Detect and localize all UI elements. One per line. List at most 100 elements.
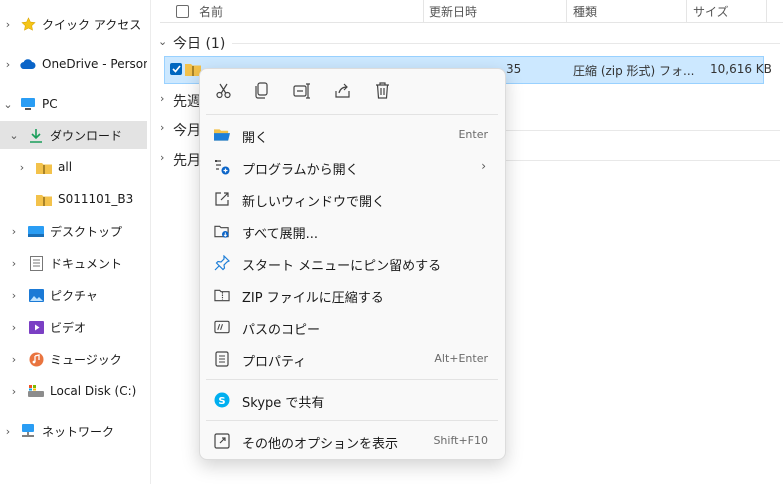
menu-copy-path[interactable]: パスのコピー: [204, 312, 500, 342]
column-divider[interactable]: [423, 0, 424, 22]
trash-icon: [375, 82, 390, 102]
share-button[interactable]: [328, 79, 356, 105]
copy-button[interactable]: [248, 79, 276, 105]
sidebar-item-network[interactable]: › ネットワーク: [0, 417, 147, 445]
sidebar-item-desktop[interactable]: › デスクトップ: [0, 217, 147, 245]
sidebar-item-label: クイック アクセス: [42, 17, 142, 32]
menu-item-label: スタート メニューにピン留めする: [242, 259, 442, 274]
group-label: 今月: [173, 123, 201, 139]
chevron-right-icon[interactable]: ›: [3, 58, 13, 71]
sidebar-item-label: all: [58, 160, 73, 174]
group-divider: [504, 160, 780, 161]
svg-text:S: S: [218, 396, 225, 407]
sidebar-item-pc[interactable]: ⌄ PC: [0, 90, 147, 118]
drive-icon: [28, 383, 44, 399]
network-icon: [20, 423, 36, 439]
chevron-right-icon[interactable]: ›: [160, 92, 172, 105]
music-icon: [28, 351, 44, 367]
column-date-modified[interactable]: 更新日時: [429, 3, 477, 20]
sidebar-item-onedrive[interactable]: › OneDrive - Personal: [0, 50, 147, 78]
file-type: 圧縮 (zip 形式) フォ...: [573, 64, 695, 78]
sidebar-item-label: ビデオ: [50, 320, 87, 335]
chevron-right-icon[interactable]: ›: [9, 225, 19, 238]
sidebar-item-videos[interactable]: › ビデオ: [0, 313, 147, 341]
menu-compress-zip[interactable]: ZIP ファイルに圧縮する: [204, 280, 500, 310]
sidebar-item-label: ネットワーク: [42, 424, 115, 439]
menu-more-options[interactable]: その他のオプションを表示 Shift+F10: [204, 426, 500, 456]
column-type[interactable]: 種類: [573, 3, 597, 20]
chevron-right-icon[interactable]: ›: [3, 425, 13, 438]
file-date-modified: 35: [506, 62, 522, 76]
menu-separator: [206, 420, 498, 421]
column-divider[interactable]: [566, 0, 567, 22]
sidebar-item-quick-access[interactable]: › クイック アクセス: [0, 10, 147, 38]
desktop-icon: [28, 223, 44, 239]
rename-button[interactable]: [288, 79, 316, 105]
sidebar-item-s011101-b3[interactable]: S011101_B3: [0, 185, 147, 213]
select-all-checkbox[interactable]: [176, 5, 189, 18]
chevron-right-icon[interactable]: ›: [9, 321, 19, 334]
cut-button[interactable]: [209, 79, 237, 105]
menu-item-label: パスのコピー: [242, 323, 321, 338]
chevron-right-icon[interactable]: ›: [9, 353, 19, 366]
sidebar-item-pictures[interactable]: › ピクチャ: [0, 281, 147, 309]
star-icon: [20, 16, 36, 32]
menu-open[interactable]: 開く Enter: [204, 120, 500, 150]
menu-item-shortcut: Alt+Enter: [434, 352, 488, 365]
monitor-icon: [20, 96, 36, 112]
menu-item-label: プログラムから開く: [242, 163, 359, 178]
sidebar-item-local-disk[interactable]: › Local Disk (C:): [0, 377, 147, 405]
new-window-icon: [214, 191, 230, 207]
sidebar-item-label: ダウンロード: [50, 128, 123, 143]
navigation-pane: › クイック アクセス › OneDrive - Personal ⌄ PC ⌄…: [0, 0, 151, 484]
sidebar-item-downloads[interactable]: ⌄ ダウンロード: [0, 121, 147, 149]
group-divider: [232, 43, 780, 44]
menu-properties[interactable]: プロパティ Alt+Enter: [204, 344, 500, 374]
group-divider: [504, 130, 780, 131]
sidebar-item-music[interactable]: › ミュージック: [0, 345, 147, 373]
chevron-right-icon[interactable]: ›: [3, 18, 13, 31]
zip-folder-icon: [36, 191, 52, 207]
download-icon: [28, 127, 44, 143]
menu-open-with[interactable]: プログラムから開く ›: [204, 152, 500, 182]
sidebar-item-label: OneDrive - Personal: [42, 57, 147, 71]
menu-open-new-window[interactable]: 新しいウィンドウで開く: [204, 184, 500, 214]
chevron-right-icon[interactable]: ›: [160, 151, 172, 164]
chevron-right-icon[interactable]: ›: [9, 257, 19, 270]
sidebar-item-documents[interactable]: › ドキュメント: [0, 249, 147, 277]
share-icon: [334, 83, 351, 102]
chevron-right-icon[interactable]: ›: [9, 385, 19, 398]
copy-path-icon: [214, 319, 230, 335]
menu-extract-all[interactable]: すべて展開...: [204, 216, 500, 246]
sidebar-item-all[interactable]: › all: [0, 153, 147, 181]
sidebar-item-label: S011101_B3: [58, 192, 134, 206]
sidebar-item-label: ドキュメント: [50, 256, 123, 271]
menu-item-label: Skype で共有: [242, 396, 325, 411]
column-divider[interactable]: [766, 0, 767, 22]
checkmark-icon[interactable]: [170, 63, 182, 75]
column-name[interactable]: 名前: [199, 3, 223, 20]
zip-icon: [214, 287, 230, 303]
menu-pin-to-start[interactable]: スタート メニューにピン留めする: [204, 248, 500, 278]
chevron-right-icon: ›: [481, 159, 486, 173]
context-menu: 開く Enter プログラムから開く › 新しいウィンドウで開く すべて展開..…: [199, 68, 506, 460]
document-icon: [28, 255, 44, 271]
delete-button[interactable]: [368, 79, 396, 105]
column-size[interactable]: サイズ: [693, 3, 729, 20]
copy-icon: [254, 82, 270, 102]
skype-icon: S: [214, 392, 230, 408]
column-divider[interactable]: [686, 0, 687, 22]
chevron-down-icon[interactable]: ⌄: [9, 129, 19, 142]
chevron-down-icon[interactable]: ⌄: [3, 98, 13, 111]
scissors-icon: [215, 82, 232, 102]
chevron-right-icon[interactable]: ›: [9, 289, 19, 302]
chevron-right-icon[interactable]: ›: [17, 161, 27, 174]
properties-icon: [214, 351, 230, 367]
menu-item-label: プロパティ: [242, 355, 307, 370]
sidebar-item-label: Local Disk (C:): [50, 384, 137, 398]
menu-share-skype[interactable]: S Skype で共有: [204, 385, 500, 415]
chevron-down-icon[interactable]: ⌄: [158, 35, 170, 48]
sidebar-item-label: ミュージック: [50, 352, 122, 367]
chevron-right-icon[interactable]: ›: [160, 121, 172, 134]
sidebar-item-label: ピクチャ: [50, 288, 98, 303]
